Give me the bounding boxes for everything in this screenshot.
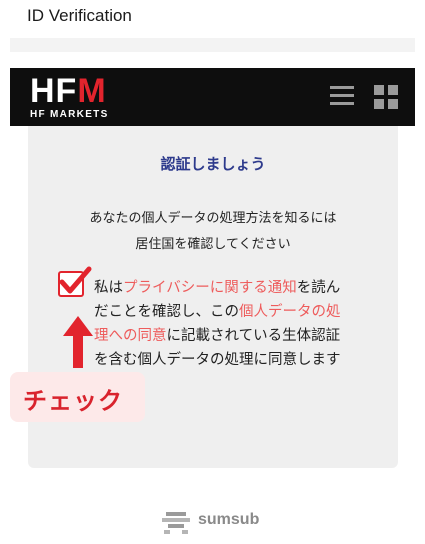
privacy-notice-link[interactable]: プライバシーに関する通知 [123, 280, 297, 296]
consent-part-1: 私は [94, 280, 123, 296]
consent-text: 私はプライバシーに関する通知を読んだことを確認し、この個人データの処理への同意に… [94, 276, 348, 372]
checkmark-icon [59, 266, 92, 294]
sumsub-footer: sumsub [160, 510, 280, 536]
page-header: ID Verification [0, 0, 425, 38]
logo-hf: HF [30, 72, 78, 110]
hfm-logo: HFM [30, 74, 107, 108]
arrow-up-icon [63, 316, 93, 368]
page-title: ID Verification [27, 6, 132, 25]
brand-bar: HFM HF MARKETS [10, 68, 415, 126]
logo-m: M [77, 72, 107, 110]
page: ID Verification HFM HF MARKETS 認証しましょう あ… [0, 0, 425, 544]
hamburger-menu-icon[interactable] [330, 86, 354, 106]
card-title: 認証しましょう [160, 155, 266, 173]
header-divider [10, 38, 415, 52]
description-line-2: 居住国を確認してください [135, 237, 291, 252]
annotation-label: チェック [23, 387, 123, 415]
consent-checkbox[interactable] [58, 266, 92, 297]
card-description: あなたの個人データの処理方法を知るには 居住国を確認してください [28, 206, 398, 258]
grid-apps-icon[interactable] [374, 85, 398, 109]
logo-subtitle: HF MARKETS [30, 109, 109, 120]
description-line-1: あなたの個人データの処理方法を知るには [89, 211, 337, 226]
sumsub-logo-icon [162, 512, 190, 534]
annotation-badge: チェック [10, 372, 145, 422]
sumsub-brand-text: sumsub [198, 511, 260, 528]
